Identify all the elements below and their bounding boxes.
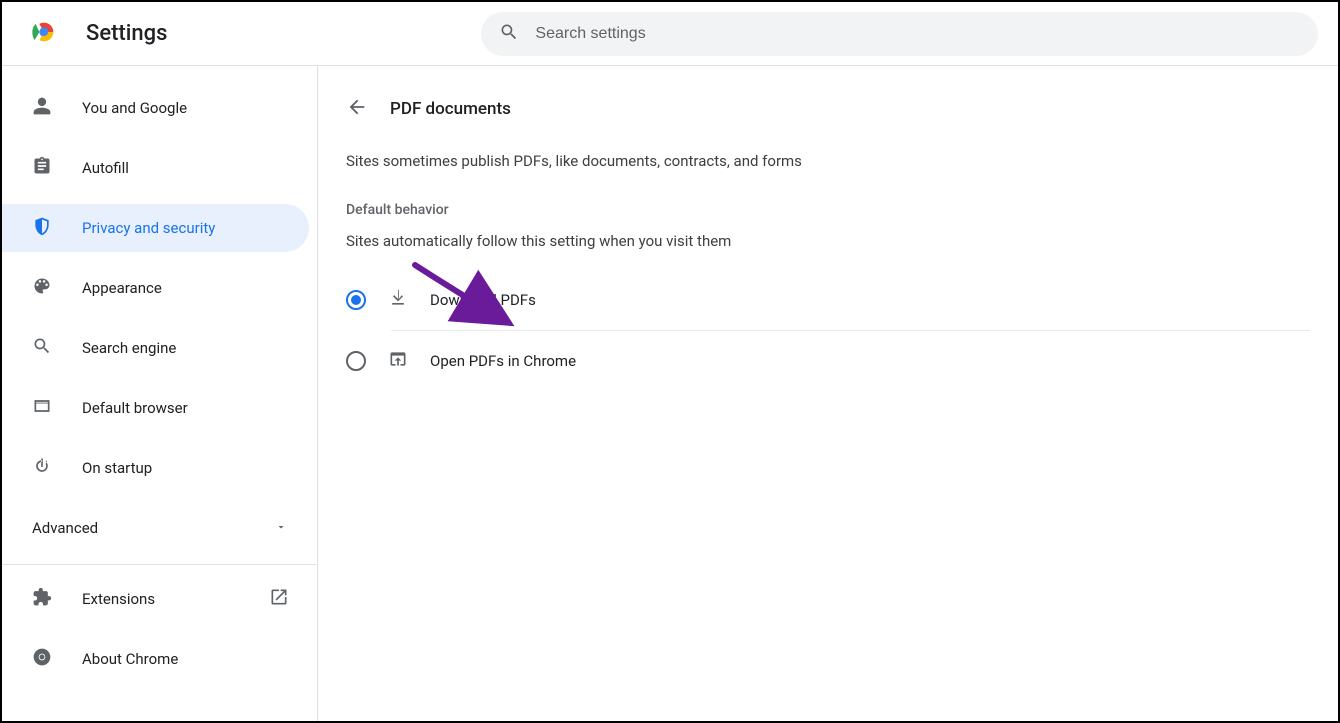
radio-download-pdfs[interactable]: Download PDFs xyxy=(346,270,1310,330)
chrome-icon xyxy=(32,647,52,671)
page-description: Sites sometimes publish PDFs, like docum… xyxy=(346,152,1310,170)
radio-label: Download PDFs xyxy=(430,291,536,309)
search-input[interactable] xyxy=(535,25,1300,43)
sidebar-item-you-and-google[interactable]: You and Google xyxy=(2,84,309,132)
sidebar-item-label: On startup xyxy=(82,459,152,477)
sidebar-item-label: Privacy and security xyxy=(82,219,215,237)
back-arrow-icon[interactable] xyxy=(346,96,368,122)
palette-icon xyxy=(32,276,52,300)
sidebar-item-label: You and Google xyxy=(82,99,187,117)
search-bar[interactable] xyxy=(481,12,1318,56)
advanced-label: Advanced xyxy=(32,519,98,537)
power-icon xyxy=(32,456,52,480)
sidebar-item-label: About Chrome xyxy=(82,650,178,668)
radio-label: Open PDFs in Chrome xyxy=(430,352,576,370)
sidebar-item-autofill[interactable]: Autofill xyxy=(2,144,309,192)
sidebar-item-privacy-security[interactable]: Privacy and security xyxy=(2,204,309,252)
chrome-logo-icon xyxy=(22,18,58,50)
section-title: Default behavior xyxy=(346,202,1310,218)
download-icon xyxy=(388,288,408,312)
sidebar-item-extensions[interactable]: Extensions xyxy=(2,575,317,623)
search-icon xyxy=(499,22,519,46)
radio-indicator xyxy=(346,351,366,371)
sidebar-item-on-startup[interactable]: On startup xyxy=(2,444,309,492)
open-external-icon xyxy=(269,587,289,611)
radio-indicator xyxy=(346,290,366,310)
main-content: PDF documents Sites sometimes publish PD… xyxy=(317,66,1338,721)
sidebar-item-search-engine[interactable]: Search engine xyxy=(2,324,309,372)
section-subtitle: Sites automatically follow this setting … xyxy=(346,232,1310,250)
header: Settings xyxy=(2,2,1338,66)
sidebar-item-label: Extensions xyxy=(82,590,155,608)
extension-icon xyxy=(32,587,52,611)
search-icon xyxy=(32,336,52,360)
open-in-browser-icon xyxy=(388,349,408,373)
sidebar-item-appearance[interactable]: Appearance xyxy=(2,264,309,312)
chevron-down-icon xyxy=(275,519,287,537)
browser-icon xyxy=(32,396,52,420)
radio-open-in-chrome[interactable]: Open PDFs in Chrome xyxy=(346,331,1310,391)
sidebar-item-about-chrome[interactable]: About Chrome xyxy=(2,635,317,683)
sidebar-item-label: Search engine xyxy=(82,339,176,357)
page-title: PDF documents xyxy=(390,99,511,119)
clipboard-icon xyxy=(32,156,52,180)
page-header: PDF documents xyxy=(346,96,1310,122)
app-title: Settings xyxy=(86,21,167,46)
sidebar-divider xyxy=(2,564,316,565)
shield-icon xyxy=(32,216,52,240)
sidebar-item-default-browser[interactable]: Default browser xyxy=(2,384,309,432)
sidebar-item-label: Default browser xyxy=(82,399,188,417)
person-icon xyxy=(32,96,52,120)
sidebar-item-label: Appearance xyxy=(82,279,162,297)
sidebar-item-label: Autofill xyxy=(82,159,129,177)
sidebar-advanced-toggle[interactable]: Advanced xyxy=(2,504,317,552)
sidebar: You and Google Autofill Privacy and secu… xyxy=(2,66,317,721)
